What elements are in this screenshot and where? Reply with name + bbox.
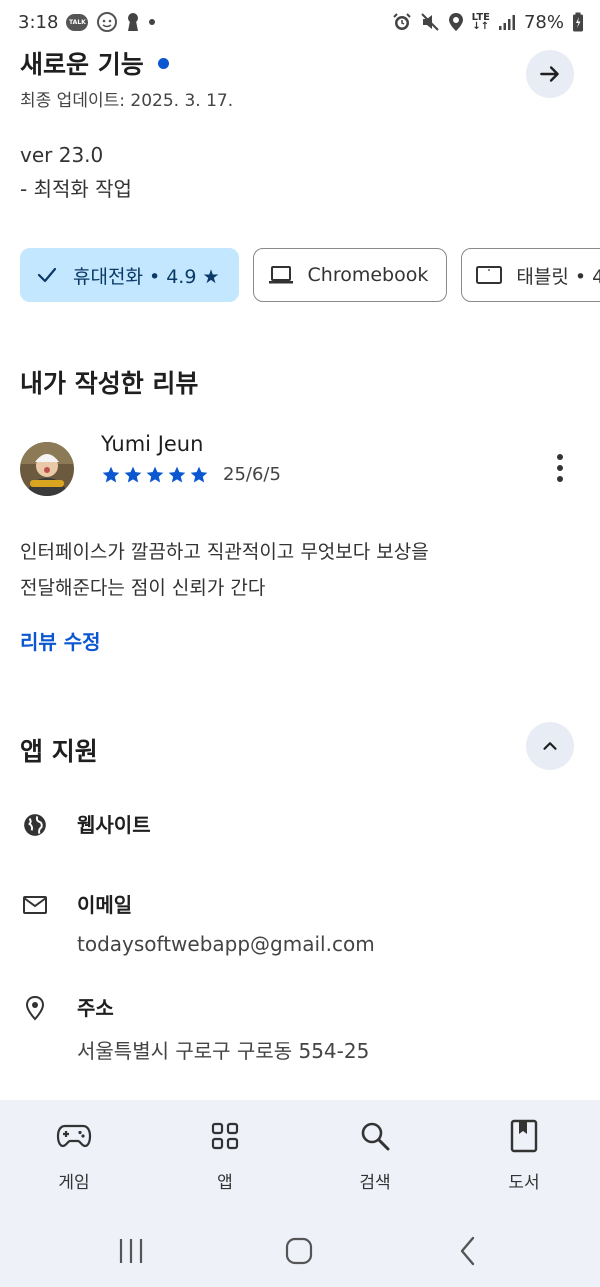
notes-text: - 최적화 작업 <box>20 177 132 201</box>
chip-phone-star: ★ <box>202 265 220 288</box>
recent-apps-button[interactable] <box>111 1233 151 1269</box>
version-text: ver 23.0 <box>20 143 104 167</box>
lte-arrows: ↓↑ <box>472 21 490 32</box>
star-icon <box>168 466 186 482</box>
star-icon <box>124 466 142 482</box>
app-support-title: 앱 지원 <box>20 737 98 766</box>
star-rating <box>101 465 209 485</box>
support-email[interactable]: 이메일 todaysoftwebapp@gmail.com <box>20 890 580 970</box>
whats-new-section: 새로운 기능 최종 업데이트: 2025. 3. 17. <box>20 44 580 111</box>
review-rating-row: 25/6/5 <box>101 464 281 485</box>
chip-chromebook-label: Chromebook <box>307 264 429 286</box>
arrow-right-icon <box>540 66 559 82</box>
website-label: 웹사이트 <box>77 813 151 837</box>
avatar <box>20 442 74 496</box>
whats-new-title: 새로운 기능 <box>20 50 144 79</box>
lte-icon: LTE ↓↑ <box>472 13 490 32</box>
system-navigation-bar <box>0 1215 600 1287</box>
review-text-line: 전달해준다는 점이 신뢰가 간다 <box>20 577 266 599</box>
character-face-icon <box>96 11 118 33</box>
release-notes: ver 23.0 - 최적화 작업 <box>20 138 132 206</box>
status-left: 3:18 TALK <box>18 11 156 33</box>
star-icon <box>102 466 120 482</box>
nav-books-label: 도서 <box>508 1173 540 1193</box>
chip-phone[interactable]: 휴대전화 • 4.9 ★ <box>20 248 239 302</box>
chevron-up-icon <box>543 742 557 750</box>
check-icon <box>37 267 57 283</box>
email-label: 이메일 <box>77 893 133 917</box>
more-dot <box>557 476 563 482</box>
tablet-icon <box>476 266 503 284</box>
battery-percent: 78% <box>523 11 564 33</box>
status-right: LTE ↓↑ 78% <box>392 12 584 33</box>
back-button[interactable] <box>448 1233 488 1269</box>
apps-grid-icon <box>211 1118 239 1154</box>
whats-new-arrow-button[interactable] <box>526 50 574 98</box>
address-value: 서울특별시 구로구 구로동 554-25 <box>77 1039 370 1063</box>
my-review-title: 내가 작성한 리뷰 <box>20 369 199 398</box>
kakaotalk-icon: TALK <box>66 13 89 31</box>
address-label: 주소 <box>77 996 114 1020</box>
email-value: todaysoftwebapp@gmail.com <box>77 932 375 956</box>
edit-review-link[interactable]: 리뷰 수정 <box>20 626 101 655</box>
nav-books[interactable]: 도서 <box>469 1118 579 1193</box>
my-review-card: Yumi Jeun 25/6/5 <box>20 432 580 502</box>
review-date: 25/6/5 <box>223 464 281 485</box>
notification-dot-icon <box>148 18 156 26</box>
location-icon <box>448 12 464 32</box>
mail-icon <box>20 890 50 920</box>
laptop-icon <box>268 266 293 284</box>
status-time: 3:18 <box>18 11 59 33</box>
mute-icon <box>420 12 440 32</box>
battery-charging-icon <box>572 12 584 32</box>
home-icon <box>285 1237 313 1265</box>
alarm-icon <box>392 12 412 32</box>
nav-apps[interactable]: 앱 <box>170 1118 280 1193</box>
chip-tablet-label: 태블릿 • 4 <box>516 265 600 288</box>
signal-icon <box>498 13 516 31</box>
last-updated: 최종 업데이트: 2025. 3. 17. <box>20 91 234 111</box>
more-options-button[interactable] <box>548 448 572 488</box>
support-website[interactable]: 웹사이트 <box>20 810 580 850</box>
search-icon <box>359 1118 391 1154</box>
new-indicator-dot <box>157 57 169 69</box>
support-address[interactable]: 주소 서울특별시 구로구 구로동 554-25 <box>20 993 580 1073</box>
gamepad-icon <box>56 1118 92 1154</box>
nav-games-label: 게임 <box>58 1173 90 1193</box>
star-icon <box>146 466 164 482</box>
chip-chromebook[interactable]: Chromebook <box>252 248 448 302</box>
book-icon <box>510 1118 538 1154</box>
star-icon <box>190 466 208 482</box>
app-support-collapse-button[interactable] <box>526 722 574 770</box>
more-dot <box>557 465 563 471</box>
nav-apps-label: 앱 <box>217 1173 233 1193</box>
nav-search-label: 검색 <box>359 1173 391 1193</box>
location-pin-icon <box>20 993 50 1023</box>
home-button[interactable] <box>279 1233 319 1269</box>
reviewer-name: Yumi Jeun <box>101 432 204 456</box>
chip-phone-label: 휴대전화 • 4.9 <box>73 265 197 288</box>
review-text-line: 인터페이스가 깔끔하고 직관적이고 무엇보다 보상을 <box>20 541 429 563</box>
review-text: 인터페이스가 깔끔하고 직관적이고 무엇보다 보상을 전달해준다는 점이 신뢰가… <box>20 534 580 606</box>
keyhole-icon <box>126 12 140 32</box>
chip-tablet[interactable]: 태블릿 • 4 <box>461 248 600 302</box>
more-dot <box>557 454 563 460</box>
status-bar: 3:18 TALK LTE ↓↑ 78% <box>0 0 600 44</box>
recent-apps-icon <box>119 1239 143 1263</box>
nav-search[interactable]: 검색 <box>320 1118 430 1193</box>
back-icon <box>460 1236 475 1266</box>
whats-new-header: 새로운 기능 <box>20 44 580 82</box>
nav-games[interactable]: 게임 <box>19 1118 129 1193</box>
device-chips: 휴대전화 • 4.9 ★ Chromebook 태블릿 • 4 <box>20 248 600 302</box>
globe-icon <box>20 810 50 840</box>
talk-label: TALK <box>66 13 89 31</box>
